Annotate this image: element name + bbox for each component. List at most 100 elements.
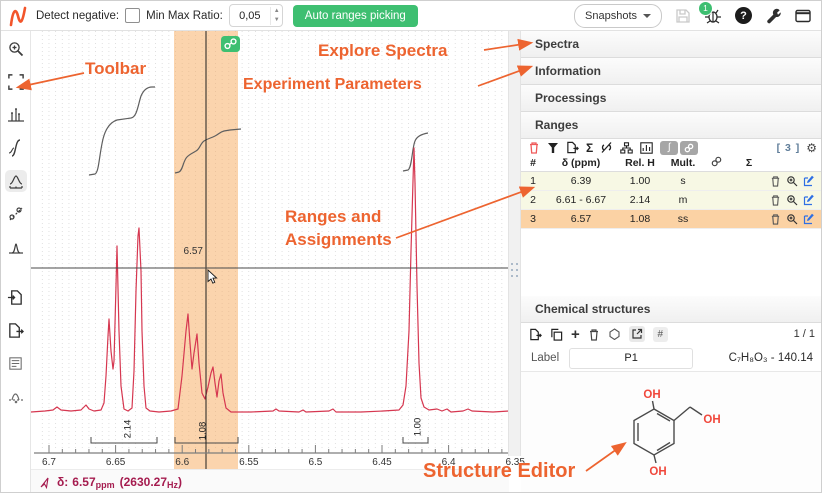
annotation-structure-editor: Structure Editor	[423, 460, 575, 483]
zoom-to-range-icon[interactable]	[786, 194, 798, 206]
edit-range-icon[interactable]	[803, 194, 815, 206]
status-delta-value: 6.57	[72, 475, 95, 489]
range-rel-h: 1.08	[617, 213, 663, 225]
annotation-experiment-parameters: Experiment Parameters	[243, 76, 422, 94]
accordion-processings[interactable]: Processings	[521, 85, 822, 112]
status-frequency-unit: Hz	[167, 480, 178, 493]
delete-molecule-icon[interactable]	[588, 328, 600, 341]
accordion-spectra[interactable]: Spectra	[521, 31, 822, 58]
oh-label-right: OH	[703, 414, 720, 426]
save-button[interactable]	[675, 8, 691, 24]
axis-tick-label: 6.55	[239, 457, 258, 468]
ratio-decrement-button[interactable]: ▼	[271, 16, 283, 25]
molecule-drawing: OH OH OH	[586, 373, 796, 493]
right-panel: Spectra Information Processings Ranges Σ…	[521, 31, 822, 493]
accordion-ranges[interactable]: Ranges	[521, 112, 822, 139]
chevron-down-icon	[643, 14, 651, 18]
crosshair-value-label: 6.57	[163, 246, 203, 257]
spectrum-plot	[31, 31, 521, 471]
col-sigma: Σ	[729, 157, 769, 169]
molecule-label-input[interactable]	[569, 348, 693, 369]
range-row-3-highlighted[interactable]: 3 6.57 1.08 ss	[521, 210, 822, 229]
delete-range-icon[interactable]	[770, 194, 781, 206]
integral-value-label: 1.08	[198, 422, 209, 441]
col-mult: Mult.	[663, 157, 703, 169]
delete-range-icon[interactable]	[770, 213, 781, 225]
ratio-input[interactable]	[230, 9, 270, 23]
chemical-toolbar: + # 1 / 1	[521, 323, 822, 345]
ranges-table-header: # δ (ppm) Rel. H Mult. Σ	[521, 155, 822, 172]
predict-spectra-icon[interactable]	[608, 328, 621, 340]
auto-ranges-picking-button[interactable]: Auto ranges picking	[293, 5, 418, 27]
min-max-ratio-label: Min Max Ratio:	[146, 10, 223, 22]
spectrum-viewport[interactable]: 6.57 2.14 1.08 1.00 6.7 6.65 6.6 6.55 6.…	[31, 31, 521, 493]
ratio-increment-button[interactable]: ▲	[271, 7, 283, 16]
top-toolbar: Detect negative: Min Max Ratio: ▲ ▼ Auto…	[1, 1, 822, 31]
integral-value-label: 1.00	[413, 418, 424, 437]
range-row-1[interactable]: 1 6.39 1.00 s	[521, 172, 822, 191]
range-row-2[interactable]: 2 6.61 - 6.67 2.14 m	[521, 191, 822, 210]
help-button[interactable]: ?	[735, 7, 752, 24]
oh-label-bottom: OH	[649, 466, 666, 478]
metadata-tool-icon[interactable]	[5, 352, 27, 374]
ranges-view-toggle: ∫	[660, 141, 698, 155]
integral-tool-icon[interactable]	[5, 137, 27, 159]
molecule-formula: C₇H₈O₃ - 140.14	[729, 352, 813, 364]
peak-picking-tool-icon[interactable]	[5, 104, 27, 126]
peaks-chart-icon[interactable]	[640, 142, 653, 154]
filter-ranges-icon[interactable]	[547, 142, 559, 154]
feedback-bug-button[interactable]: 1	[704, 7, 722, 25]
min-max-ratio-checkbox[interactable]	[125, 8, 140, 23]
zoom-to-range-icon[interactable]	[786, 175, 798, 187]
divider-grip-icon[interactable]	[511, 263, 518, 279]
show-assignments-toggle[interactable]	[680, 141, 698, 155]
copy-molecule-icon[interactable]	[550, 328, 563, 341]
export-file-icon[interactable]	[5, 319, 27, 341]
spectrum-trace	[31, 148, 509, 412]
window-maximize-button[interactable]	[795, 9, 811, 23]
settings-wrench-button[interactable]	[765, 7, 782, 24]
accordion-chemical-structures[interactable]: Chemical structures	[521, 296, 822, 323]
integral-value-label: 2.14	[123, 420, 134, 439]
open-structure-editor-icon[interactable]	[629, 326, 645, 342]
annotation-toolbar: Toolbar	[85, 59, 146, 79]
import-file-icon[interactable]	[5, 286, 27, 308]
label-caption: Label	[531, 352, 559, 364]
export-ranges-icon[interactable]	[566, 141, 579, 154]
ranges-table: # δ (ppm) Rel. H Mult. Σ 1 6.39 1.00 s	[521, 155, 822, 229]
edit-range-icon[interactable]	[803, 213, 815, 225]
axis-tick-label: 6.65	[106, 457, 125, 468]
sum-settings-icon[interactable]: Σ	[586, 141, 593, 155]
range-number: 1	[521, 175, 545, 187]
axis-tick-label: 6.7	[42, 457, 56, 468]
export-molecule-icon[interactable]	[529, 328, 542, 341]
range-picking-tool-icon[interactable]	[5, 170, 27, 192]
add-molecule-icon[interactable]: +	[571, 328, 580, 341]
zoom-tool-icon[interactable]	[5, 38, 27, 60]
baseline-correction-tool-icon[interactable]	[5, 385, 27, 407]
integral-brackets	[91, 437, 428, 443]
edit-range-icon[interactable]	[803, 175, 815, 187]
snapshots-dropdown[interactable]: Snapshots	[574, 4, 662, 28]
zoom-to-range-icon[interactable]	[786, 213, 798, 225]
gear-icon[interactable]: ⚙	[806, 142, 817, 154]
range-delta: 6.57	[545, 213, 617, 225]
baseline-peak-tool-icon[interactable]	[5, 236, 27, 258]
unlink-all-icon[interactable]	[600, 141, 613, 154]
clusters-tree-icon[interactable]	[620, 142, 633, 154]
full-zoom-out-icon[interactable]	[5, 71, 27, 93]
accordion-information[interactable]: Information	[521, 58, 822, 85]
molecule-label-row: Label C₇H₈O₃ - 140.14	[521, 345, 822, 372]
range-delta: 6.61 - 6.67	[545, 194, 617, 206]
ranges-toolbar: Σ ∫ [ 3 ] ⚙	[521, 139, 822, 155]
zone-picking-tool-icon[interactable]	[5, 203, 27, 225]
status-close-paren: )	[178, 475, 182, 489]
col-number: #	[521, 157, 545, 169]
delete-all-ranges-icon[interactable]	[528, 141, 540, 154]
show-integrals-toggle[interactable]: ∫	[660, 141, 678, 155]
status-unit: ppm	[96, 480, 115, 493]
panel-resize-divider[interactable]	[508, 31, 521, 456]
range-link-badge-icon[interactable]	[221, 36, 240, 52]
delete-range-icon[interactable]	[770, 175, 781, 187]
toggle-atom-numbers-icon[interactable]: #	[653, 327, 668, 342]
